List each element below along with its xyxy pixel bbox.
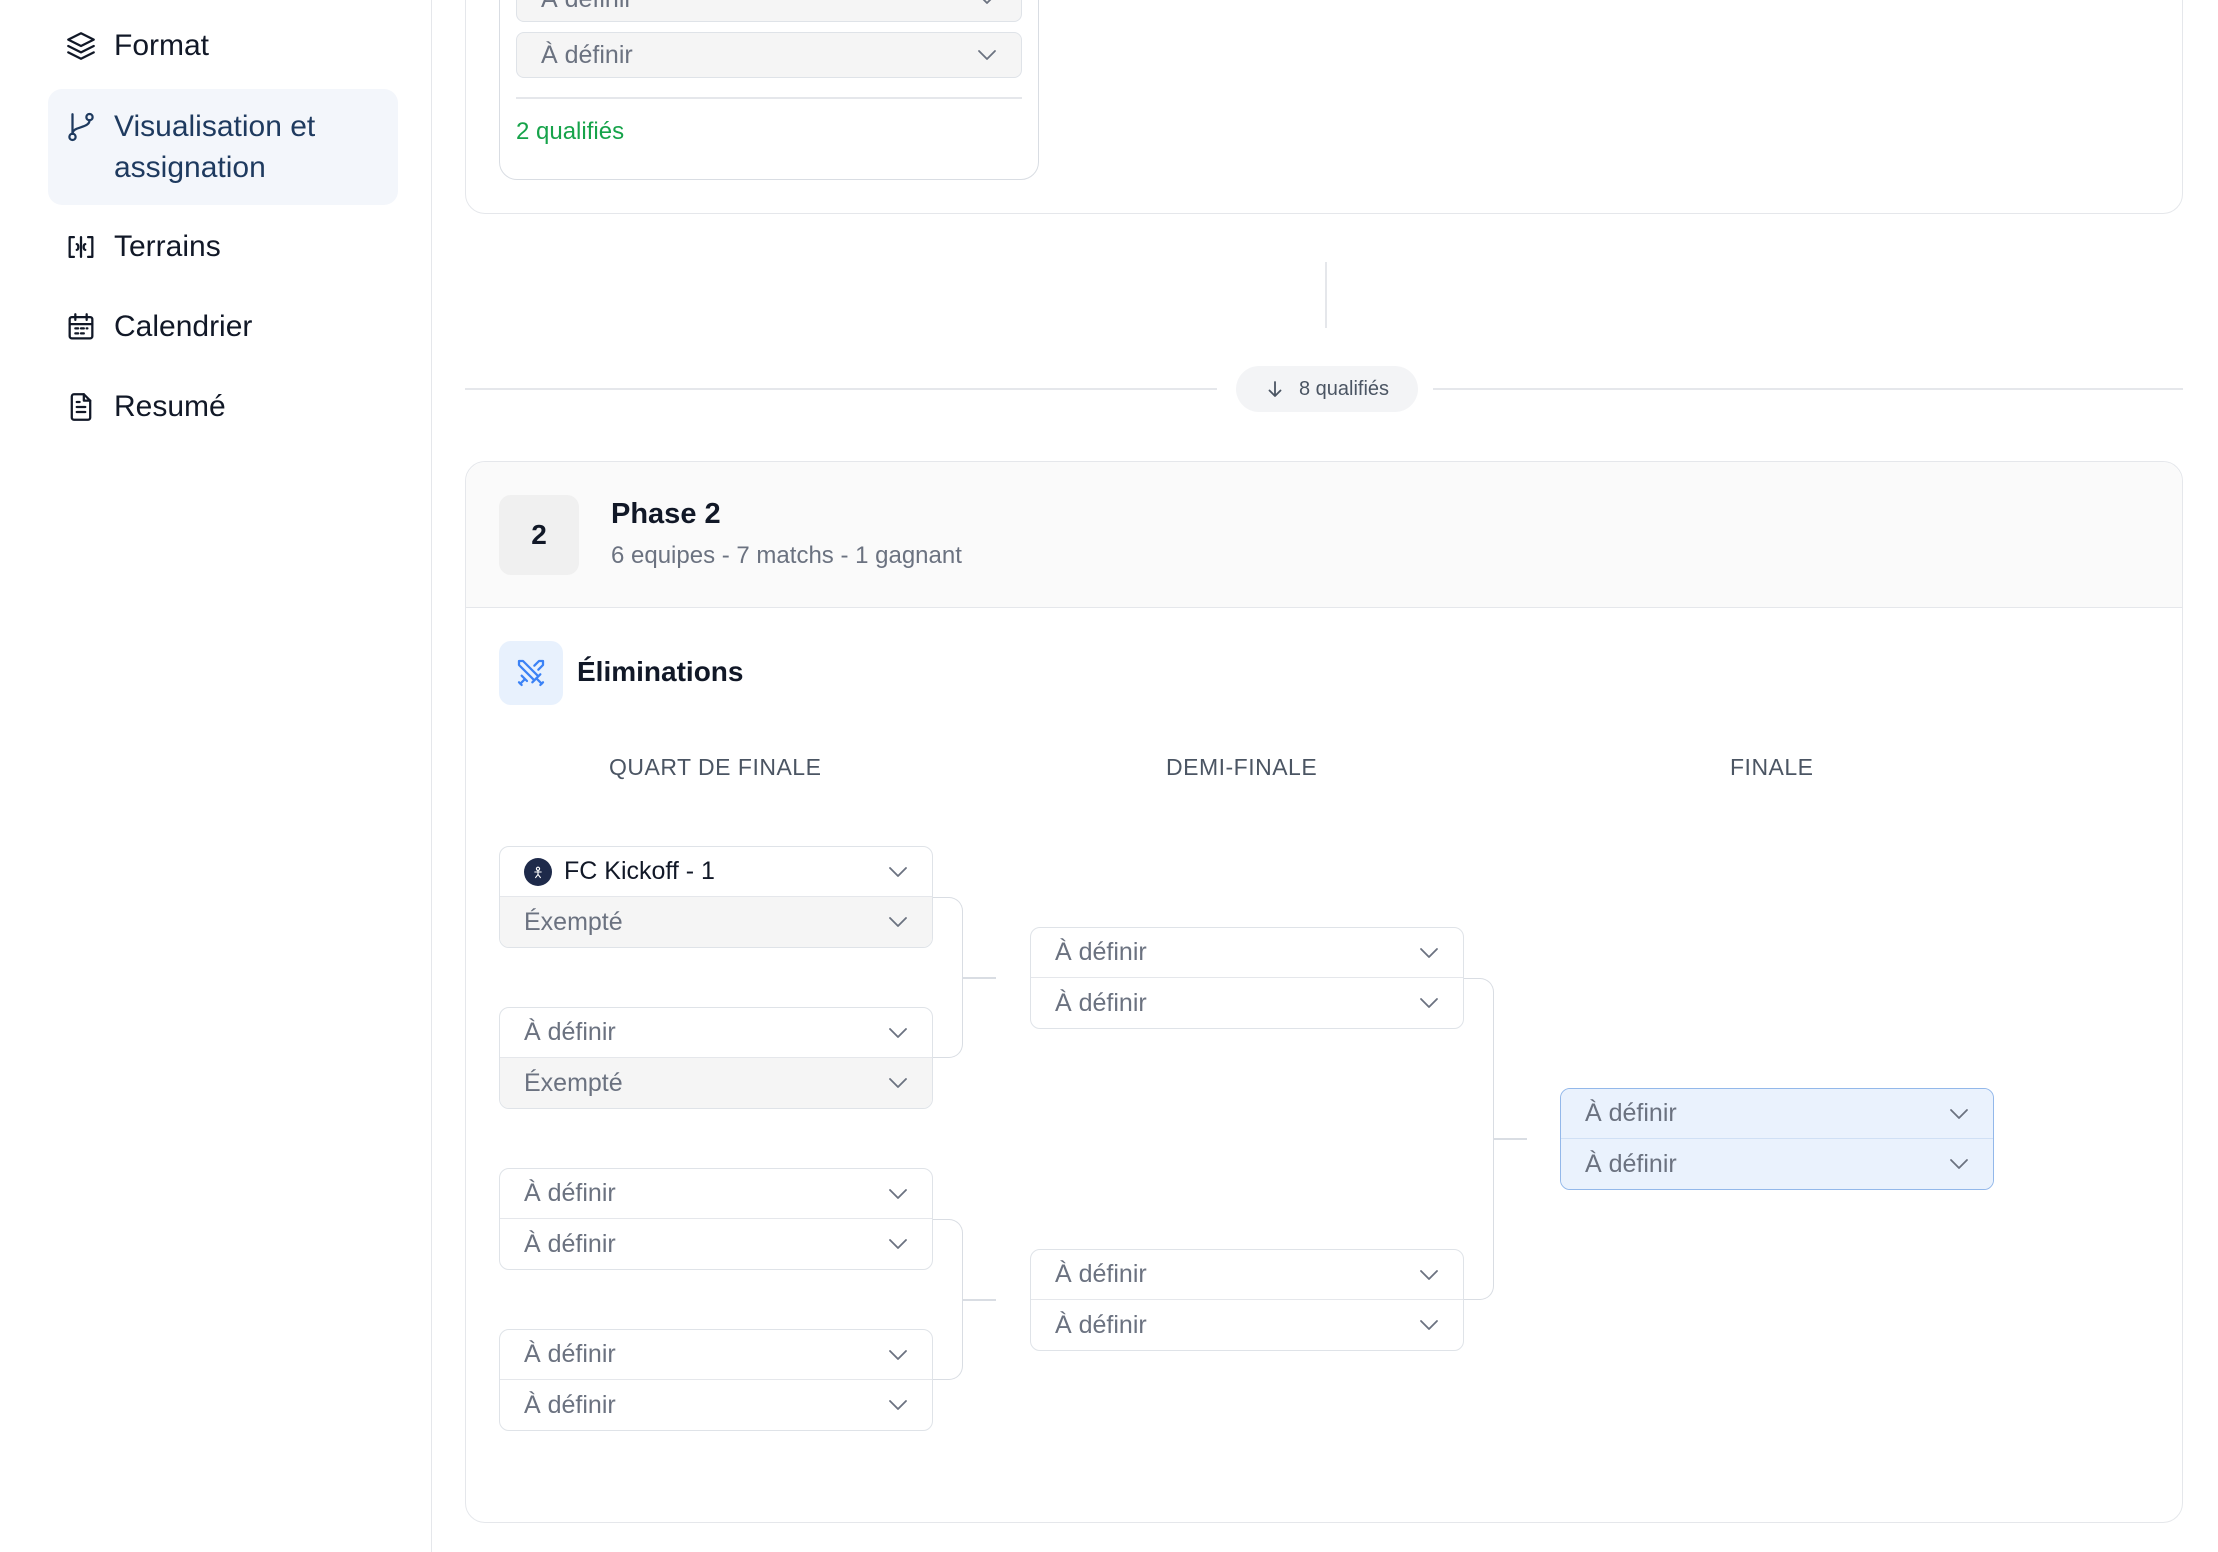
match-semi-1: À définir À définir (1030, 927, 1464, 1029)
match-quarter-1: FC Kickoff - 1 Éxempté (499, 846, 933, 948)
round-label-quarter: QUART DE FINALE (609, 754, 822, 780)
chevron-down-icon (1419, 997, 1439, 1009)
chevron-down-icon (1949, 1108, 1969, 1120)
sidebar-item-label: Format (114, 29, 210, 62)
phase2-card: 2 Phase 2 6 equipes - 7 matchs - 1 gagna… (465, 461, 2183, 1523)
team-select-value: À définir (541, 40, 633, 69)
bracket-connector (933, 1219, 963, 1380)
chevron-down-icon (1949, 1158, 1969, 1170)
chevron-down-icon (1419, 947, 1439, 959)
field-icon (64, 230, 98, 264)
team-select-value: À définir (541, 0, 633, 14)
slot-value: À définir (524, 1179, 616, 1207)
sidebar-item-label: Calendrier (114, 310, 253, 343)
match-slot-select[interactable]: À définir (1561, 1139, 1993, 1189)
match-slot-select[interactable]: Éxempté (500, 1058, 932, 1108)
team-logo (524, 857, 552, 886)
bracket-connector-stub (1494, 1138, 1527, 1140)
match-quarter-2: À définir Éxempté (499, 1007, 933, 1109)
git-branch-icon (64, 110, 98, 144)
phase-connector (1325, 262, 1327, 328)
sidebar-item-label: Terrains (114, 230, 221, 263)
chevron-down-icon (888, 1399, 908, 1411)
team-select[interactable]: À définir (516, 0, 1022, 22)
chevron-down-icon (888, 1238, 908, 1250)
match-slot-select[interactable]: À définir (500, 1008, 932, 1058)
sidebar-item-format[interactable]: Format (48, 25, 398, 66)
slot-value: Éxempté (524, 1068, 623, 1097)
bracket-connector (1464, 978, 1494, 1300)
match-slot-select[interactable]: À définir (1031, 978, 1463, 1028)
layers-icon (64, 29, 98, 63)
sidebar-item-label: Resumé (114, 390, 226, 423)
chevron-down-icon (977, 49, 997, 61)
chevron-down-icon (888, 1077, 908, 1089)
arrow-down-icon (1265, 379, 1285, 399)
section-title: Éliminations (577, 656, 744, 687)
phase-subtitle: 6 equipes - 7 matchs - 1 gagnant (611, 542, 962, 569)
match-final: À définir À définir (1560, 1088, 1994, 1190)
bracket-connector-stub (963, 977, 996, 979)
slot-value: À définir (1585, 1149, 1677, 1178)
sidebar-item-label: Visualisation et assignation (114, 110, 316, 184)
sidebar-item-terrains[interactable]: Terrains (48, 226, 398, 267)
slot-value: FC Kickoff - 1 (564, 857, 715, 885)
match-slot-select[interactable]: À définir (1031, 1250, 1463, 1300)
slot-value: À définir (524, 1340, 616, 1368)
match-slot-select[interactable]: À définir (1031, 928, 1463, 978)
document-icon (64, 390, 98, 424)
swords-icon (499, 641, 563, 705)
qualified-count: 2 qualifiés (516, 118, 625, 145)
sidebar: Format Visualisation et assignation Terr… (0, 0, 432, 1552)
calendar-icon (64, 310, 98, 344)
match-semi-2: À définir À définir (1030, 1249, 1464, 1351)
sidebar-item-visualisation[interactable]: Visualisation et assignation (48, 89, 398, 205)
slot-value: À définir (1055, 1260, 1147, 1288)
slot-value: À définir (1055, 1310, 1147, 1339)
match-slot-select[interactable]: À définir (500, 1169, 932, 1219)
slot-value: Éxempté (524, 907, 623, 936)
group-divider (516, 97, 1022, 99)
match-quarter-4: À définir À définir (499, 1329, 933, 1431)
match-slot-select[interactable]: À définir (500, 1330, 932, 1380)
chevron-down-icon (1419, 1319, 1439, 1331)
slot-value: À définir (1055, 988, 1147, 1017)
chevron-down-icon (1419, 1269, 1439, 1281)
match-quarter-3: À définir À définir (499, 1168, 933, 1270)
group-box: À définir À définir 2 qualifiés (499, 0, 1039, 180)
slot-value: À définir (524, 1229, 616, 1258)
chevron-down-icon (977, 0, 997, 5)
match-slot-select[interactable]: À définir (500, 1219, 932, 1269)
match-slot-select[interactable]: À définir (500, 1380, 932, 1430)
chevron-down-icon (888, 916, 908, 928)
chevron-down-icon (888, 1188, 908, 1200)
chevron-down-icon (888, 866, 908, 878)
match-slot-select[interactable]: À définir (1031, 1300, 1463, 1350)
phase-number-badge: 2 (499, 495, 579, 575)
sidebar-item-resume[interactable]: Resumé (48, 386, 398, 427)
qualified-pill: 8 qualifiés (1236, 366, 1418, 412)
slot-value: À définir (524, 1390, 616, 1419)
match-slot-select[interactable]: À définir (1561, 1089, 1993, 1139)
slot-value: À définir (524, 1018, 616, 1046)
bracket-connector-stub (963, 1299, 996, 1301)
round-label-semi: DEMI-FINALE (1166, 754, 1318, 780)
match-slot-select[interactable]: Éxempté (500, 897, 932, 947)
sidebar-item-calendrier[interactable]: Calendrier (48, 306, 398, 347)
match-slot-select[interactable]: FC Kickoff - 1 (500, 847, 932, 897)
phase1-card: À définir À définir 2 qualifiés (465, 0, 2183, 214)
qualified-pill-text: 8 qualifiés (1298, 377, 1390, 400)
slot-value: À définir (1585, 1099, 1677, 1127)
team-select[interactable]: À définir (516, 32, 1022, 78)
divider-line-right (1433, 388, 2183, 390)
phase-title: Phase 2 (611, 498, 721, 530)
slot-value: À définir (1055, 938, 1147, 966)
bracket-connector (933, 897, 963, 1058)
chevron-down-icon (888, 1027, 908, 1039)
divider-line-left (465, 388, 1217, 390)
chevron-down-icon (888, 1349, 908, 1361)
phase-header: 2 Phase 2 6 equipes - 7 matchs - 1 gagna… (466, 462, 2182, 608)
round-label-final: FINALE (1730, 754, 1814, 780)
